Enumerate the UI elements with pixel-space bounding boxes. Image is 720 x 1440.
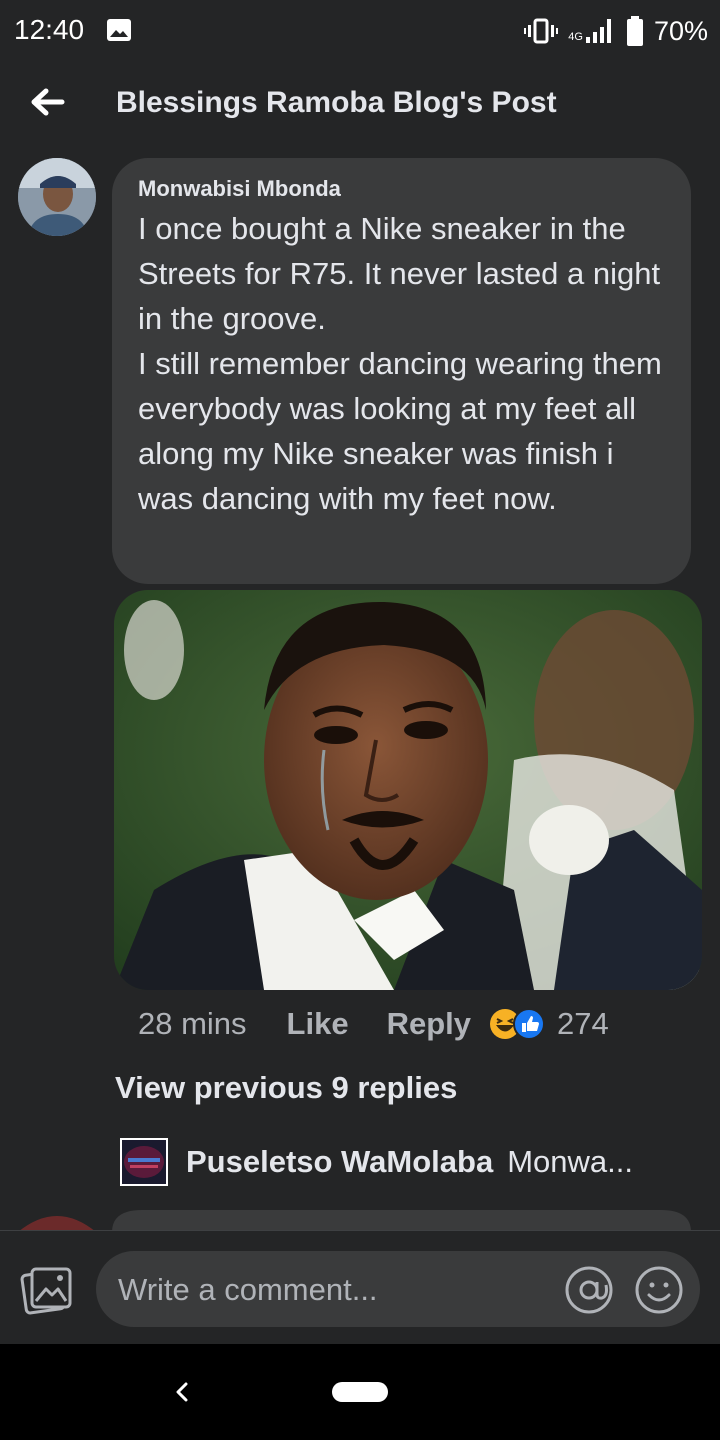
photo-icon[interactable]	[20, 1263, 74, 1317]
at-icon[interactable]	[564, 1265, 614, 1315]
comment-time[interactable]: 28 mins	[138, 1006, 247, 1042]
like-button[interactable]: Like	[287, 1006, 349, 1042]
comment-actions: 28 mins Like Reply 274	[138, 1002, 609, 1046]
reply-avatar[interactable]	[120, 1138, 168, 1186]
system-nav-bar	[0, 1344, 720, 1440]
comment-text: I once bought a Nike sneaker in the Stre…	[138, 211, 662, 516]
arrow-left-icon[interactable]	[26, 80, 70, 124]
like-icon	[513, 1008, 545, 1040]
vibrate-icon	[524, 18, 559, 44]
next-comment-bubble	[112, 1210, 691, 1232]
emoji-icon[interactable]	[634, 1265, 684, 1315]
reactions-summary[interactable]: 274	[489, 1006, 609, 1042]
battery-percent: 70%	[653, 15, 708, 46]
comment-placeholder: Write a comment...	[118, 1272, 378, 1307]
status-bar: 12:40 4G 70%	[0, 0, 720, 62]
comment-author[interactable]: Monwabisi Mbonda	[138, 176, 665, 202]
reply-author[interactable]: Puseletso WaMolaba	[186, 1144, 493, 1180]
status-indicators: 4G 70%	[524, 14, 708, 48]
nav-back-icon[interactable]	[168, 1374, 194, 1410]
status-time: 12:40	[14, 14, 85, 45]
avatar[interactable]	[18, 158, 96, 236]
network-type: 4G	[568, 31, 583, 43]
nav-home-pill[interactable]	[332, 1382, 388, 1402]
view-previous-replies-link[interactable]: View previous 9 replies	[115, 1070, 457, 1106]
comment-photo[interactable]	[114, 590, 702, 990]
battery-icon	[626, 16, 643, 46]
page-title: Blessings Ramoba Blog's Post	[116, 86, 557, 119]
comment-input[interactable]: Write a comment...	[96, 1251, 700, 1327]
comment-bubble: Monwabisi Mbonda I once bought a Nike sn…	[112, 158, 691, 584]
signal-icon	[585, 19, 611, 43]
post-header: Blessings Ramoba Blog's Post	[0, 62, 720, 152]
image-icon	[107, 19, 131, 41]
next-comment-avatar	[18, 1210, 96, 1232]
reply-button[interactable]: Reply	[387, 1006, 471, 1042]
reply-preview: Monwa...	[507, 1144, 633, 1179]
reply-item[interactable]: Puseletso WaMolaba Monwa...	[120, 1138, 633, 1186]
reaction-count: 274	[557, 1006, 609, 1041]
comment-composer: Write a comment...	[0, 1230, 720, 1345]
